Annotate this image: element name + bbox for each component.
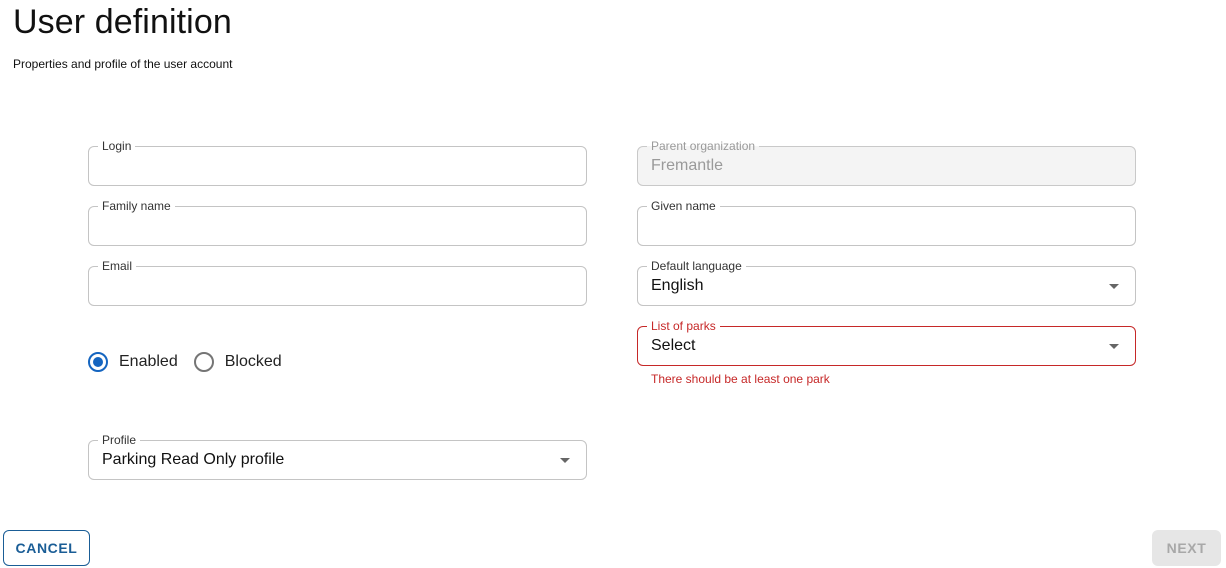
radio-enabled-label: Enabled (119, 353, 178, 370)
default-language-select[interactable]: Default language English (637, 259, 1136, 306)
login-field[interactable]: Login (88, 139, 587, 186)
radio-enabled[interactable]: Enabled (88, 352, 178, 372)
given-name-field[interactable]: Given name (637, 199, 1136, 246)
login-input[interactable] (89, 147, 586, 185)
caret-down-icon[interactable] (1109, 344, 1119, 349)
cancel-button[interactable]: CANCEL (3, 530, 90, 566)
parent-organization-value: Fremantle (651, 157, 724, 174)
family-name-field[interactable]: Family name (88, 199, 587, 246)
radio-blocked-label: Blocked (224, 353, 282, 370)
default-language-value: English (651, 277, 704, 294)
list-of-parks-select[interactable]: List of parks Select (637, 319, 1136, 366)
email-field[interactable]: Email (88, 259, 587, 306)
radio-blocked[interactable]: Blocked (193, 352, 282, 372)
profile-label: Profile (98, 433, 141, 447)
list-of-parks-value: Select (651, 337, 696, 354)
family-name-input[interactable] (89, 207, 586, 245)
default-language-label: Default language (647, 259, 746, 273)
page-subtitle: Properties and profile of the user accou… (13, 57, 233, 71)
page-title: User definition (13, 3, 232, 41)
caret-down-icon[interactable] (560, 458, 570, 463)
next-button[interactable]: NEXT (1152, 530, 1221, 566)
given-name-input[interactable] (638, 207, 1135, 245)
list-of-parks-label: List of parks (647, 319, 720, 333)
email-input[interactable] (89, 267, 586, 305)
radio-checked-icon[interactable] (88, 352, 108, 372)
list-of-parks-error: There should be at least one park (651, 372, 830, 386)
caret-down-icon[interactable] (1109, 284, 1119, 289)
profile-value: Parking Read Only profile (102, 451, 285, 468)
parent-organization-label: Parent organization (647, 139, 760, 153)
radio-unchecked-icon[interactable] (193, 352, 214, 372)
status-radio-group: Enabled Blocked (88, 352, 298, 372)
profile-select[interactable]: Profile Parking Read Only profile (88, 433, 587, 480)
parent-organization-field: Parent organization Fremantle (637, 139, 1136, 186)
